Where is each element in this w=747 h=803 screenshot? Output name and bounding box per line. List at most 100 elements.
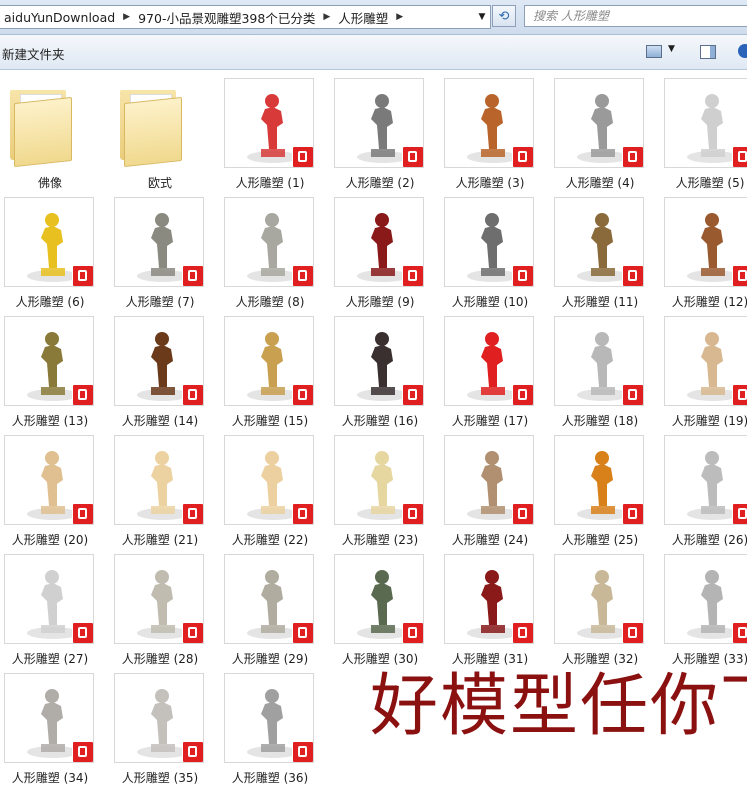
file-item[interactable]: 人形雕塑 (29): [220, 546, 320, 666]
file-item[interactable]: 人形雕塑 (6): [0, 189, 100, 309]
sketchup-icon: [512, 384, 533, 405]
breadcrumb-item-root[interactable]: aiduYunDownload: [0, 10, 119, 25]
file-item[interactable]: 人形雕塑 (25): [550, 427, 650, 547]
chevron-right-icon[interactable]: ▶: [392, 12, 407, 22]
file-item[interactable]: 人形雕塑 (11): [550, 189, 650, 309]
refresh-button[interactable]: ⟲: [492, 5, 516, 27]
file-item[interactable]: 人形雕塑 (36): [220, 665, 320, 785]
file-item[interactable]: 人形雕塑 (5): [660, 70, 747, 190]
sculpture-thumbnail: [114, 554, 204, 644]
file-label: 人形雕塑 (36): [231, 771, 309, 785]
sculpture-thumbnail: [334, 197, 424, 287]
sculpture-thumbnail: [554, 554, 644, 644]
sculpture-thumbnail: [224, 435, 314, 525]
breadcrumb-item-collection[interactable]: 970-小品景观雕塑398个已分类: [134, 8, 319, 27]
folder-item[interactable]: 欧式: [110, 70, 210, 190]
sketchup-icon: [182, 622, 203, 643]
sculpture-thumbnail: [224, 316, 314, 406]
sketchup-icon: [732, 622, 747, 643]
search-input[interactable]: [525, 8, 747, 24]
sculpture-thumbnail: [444, 554, 534, 644]
sculpture-thumbnail: [114, 197, 204, 287]
sketchup-icon: [402, 265, 423, 286]
refresh-icon: ⟲: [498, 8, 510, 24]
file-item[interactable]: 人形雕塑 (17): [440, 308, 540, 428]
sculpture-thumbnail: [444, 435, 534, 525]
sculpture-thumbnail: [224, 197, 314, 287]
file-item[interactable]: 人形雕塑 (35): [110, 665, 210, 785]
folder-icon: [4, 78, 94, 168]
sculpture-thumbnail: [664, 197, 747, 287]
breadcrumb-item-current[interactable]: 人形雕塑: [334, 8, 392, 27]
breadcrumb[interactable]: aiduYunDownload ▶ 970-小品景观雕塑398个已分类 ▶ 人形…: [0, 5, 491, 29]
file-item[interactable]: 人形雕塑 (13): [0, 308, 100, 428]
file-item[interactable]: 人形雕塑 (26): [660, 427, 747, 547]
file-item[interactable]: 人形雕塑 (2): [330, 70, 430, 190]
views-dropdown-icon[interactable]: ▼: [668, 44, 675, 54]
views-icon[interactable]: [646, 45, 662, 58]
sketchup-icon: [72, 384, 93, 405]
file-item[interactable]: 人形雕塑 (32): [550, 546, 650, 666]
sculpture-thumbnail: [4, 197, 94, 287]
file-item[interactable]: 人形雕塑 (22): [220, 427, 320, 547]
file-item[interactable]: 人形雕塑 (1): [220, 70, 320, 190]
file-item[interactable]: 人形雕塑 (34): [0, 665, 100, 785]
sculpture-thumbnail: [334, 316, 424, 406]
chevron-right-icon[interactable]: ▶: [319, 12, 334, 22]
file-item[interactable]: 人形雕塑 (15): [220, 308, 320, 428]
help-icon[interactable]: [738, 44, 747, 58]
file-item[interactable]: 人形雕塑 (16): [330, 308, 430, 428]
file-item[interactable]: 人形雕塑 (19): [660, 308, 747, 428]
sketchup-icon: [402, 146, 423, 167]
sculpture-thumbnail: [114, 673, 204, 763]
sketchup-icon: [512, 265, 533, 286]
sculpture-thumbnail: [444, 197, 534, 287]
sketchup-icon: [292, 622, 313, 643]
sketchup-icon: [402, 622, 423, 643]
sketchup-icon: [182, 503, 203, 524]
sculpture-thumbnail: [554, 78, 644, 168]
preview-pane-icon[interactable]: [700, 45, 716, 59]
file-item[interactable]: 人形雕塑 (28): [110, 546, 210, 666]
sketchup-icon: [292, 503, 313, 524]
file-item[interactable]: 人形雕塑 (30): [330, 546, 430, 666]
file-item[interactable]: 人形雕塑 (9): [330, 189, 430, 309]
sculpture-thumbnail: [224, 554, 314, 644]
sculpture-thumbnail: [4, 435, 94, 525]
file-item[interactable]: 人形雕塑 (20): [0, 427, 100, 547]
address-dropdown-icon[interactable]: ▼: [474, 6, 490, 28]
file-item[interactable]: 人形雕塑 (12): [660, 189, 747, 309]
sketchup-icon: [292, 741, 313, 762]
file-item[interactable]: 人形雕塑 (27): [0, 546, 100, 666]
file-item[interactable]: 人形雕塑 (23): [330, 427, 430, 547]
file-item[interactable]: 人形雕塑 (8): [220, 189, 320, 309]
file-item[interactable]: 人形雕塑 (31): [440, 546, 540, 666]
file-item[interactable]: 人形雕塑 (14): [110, 308, 210, 428]
sculpture-thumbnail: [4, 316, 94, 406]
search-box[interactable]: [524, 5, 747, 27]
file-label: 人形雕塑 (31): [451, 652, 529, 666]
sketchup-icon: [732, 265, 747, 286]
sculpture-thumbnail: [444, 316, 534, 406]
file-item[interactable]: 人形雕塑 (24): [440, 427, 540, 547]
sculpture-thumbnail: [334, 435, 424, 525]
sculpture-thumbnail: [664, 316, 747, 406]
file-item[interactable]: 人形雕塑 (33): [660, 546, 747, 666]
sketchup-icon: [72, 503, 93, 524]
file-label: 人形雕塑 (30): [341, 652, 419, 666]
sketchup-icon: [182, 741, 203, 762]
sculpture-thumbnail: [664, 78, 747, 168]
sketchup-icon: [622, 503, 643, 524]
file-item[interactable]: 人形雕塑 (4): [550, 70, 650, 190]
folder-item[interactable]: 佛像: [0, 70, 100, 190]
file-item[interactable]: 人形雕塑 (21): [110, 427, 210, 547]
sketchup-icon: [292, 384, 313, 405]
file-item[interactable]: 人形雕塑 (3): [440, 70, 540, 190]
file-item[interactable]: 人形雕塑 (18): [550, 308, 650, 428]
sketchup-icon: [622, 622, 643, 643]
sketchup-icon: [402, 384, 423, 405]
chevron-right-icon[interactable]: ▶: [119, 12, 134, 22]
new-folder-button[interactable]: 新建文件夹: [2, 44, 65, 63]
file-item[interactable]: 人形雕塑 (10): [440, 189, 540, 309]
file-item[interactable]: 人形雕塑 (7): [110, 189, 210, 309]
